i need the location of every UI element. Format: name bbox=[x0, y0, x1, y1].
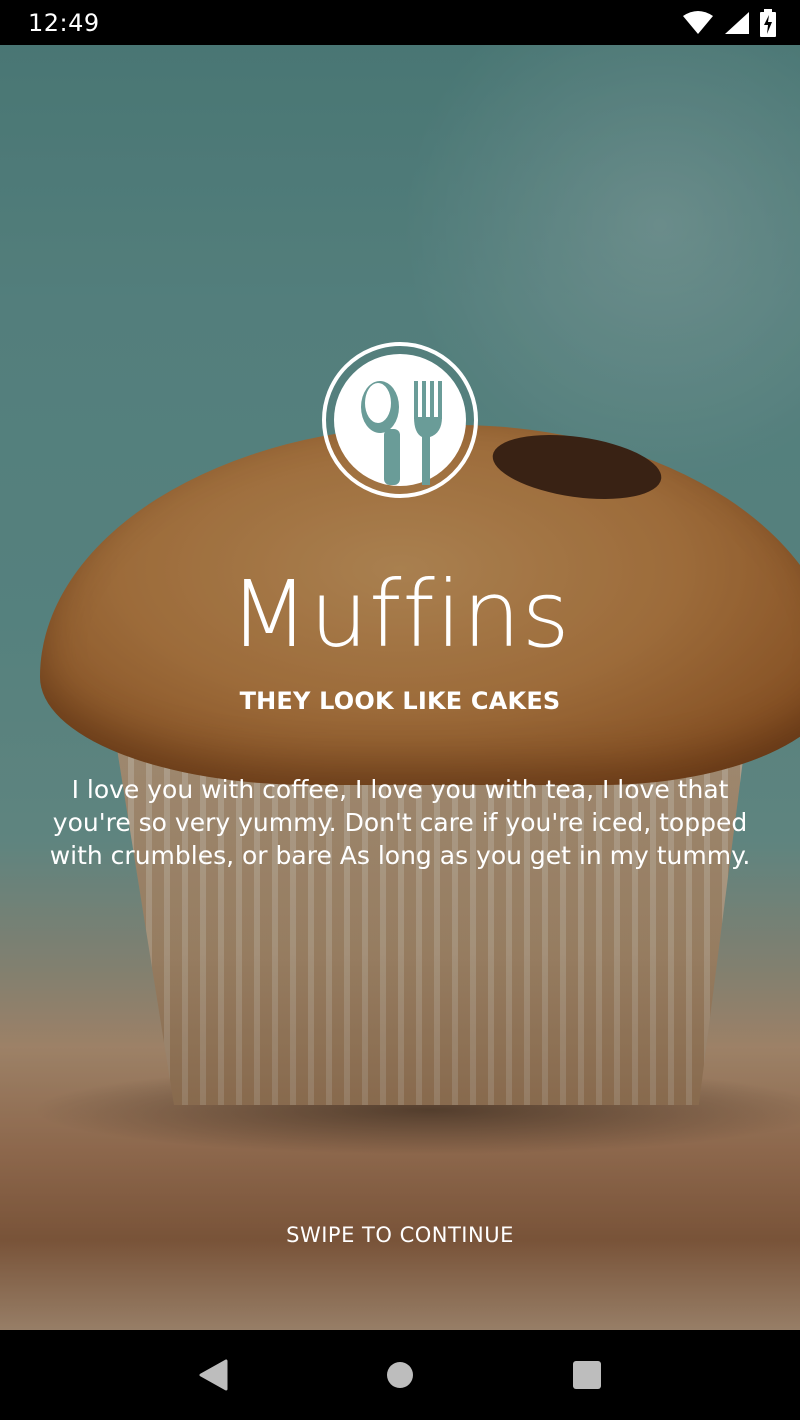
poem-text: I love you with coffee, I love you with … bbox=[49, 775, 751, 870]
splash-screen: 12:49 Muffins THEY LOOK LIKE CAKES I lov… bbox=[0, 0, 800, 1420]
wifi-icon bbox=[682, 10, 714, 35]
tagline: THEY LOOK LIKE CAKES bbox=[239, 687, 561, 715]
status-bar: 12:49 bbox=[0, 0, 800, 45]
home-icon[interactable] bbox=[370, 1345, 430, 1405]
cellular-signal-icon bbox=[724, 11, 750, 35]
swipe-to-continue[interactable]: SWIPE TO CONTINUE bbox=[0, 1223, 800, 1247]
status-time: 12:49 bbox=[28, 8, 100, 37]
status-icons bbox=[682, 8, 776, 37]
page-title: Muffins bbox=[229, 561, 571, 668]
back-icon[interactable] bbox=[183, 1345, 243, 1405]
navigation-bar bbox=[0, 1330, 800, 1420]
recents-icon[interactable] bbox=[557, 1345, 617, 1405]
battery-charging-icon bbox=[760, 8, 776, 37]
spoon-fork-icon bbox=[321, 341, 479, 499]
splash-content: Muffins THEY LOOK LIKE CAKES I love you … bbox=[0, 45, 800, 1330]
